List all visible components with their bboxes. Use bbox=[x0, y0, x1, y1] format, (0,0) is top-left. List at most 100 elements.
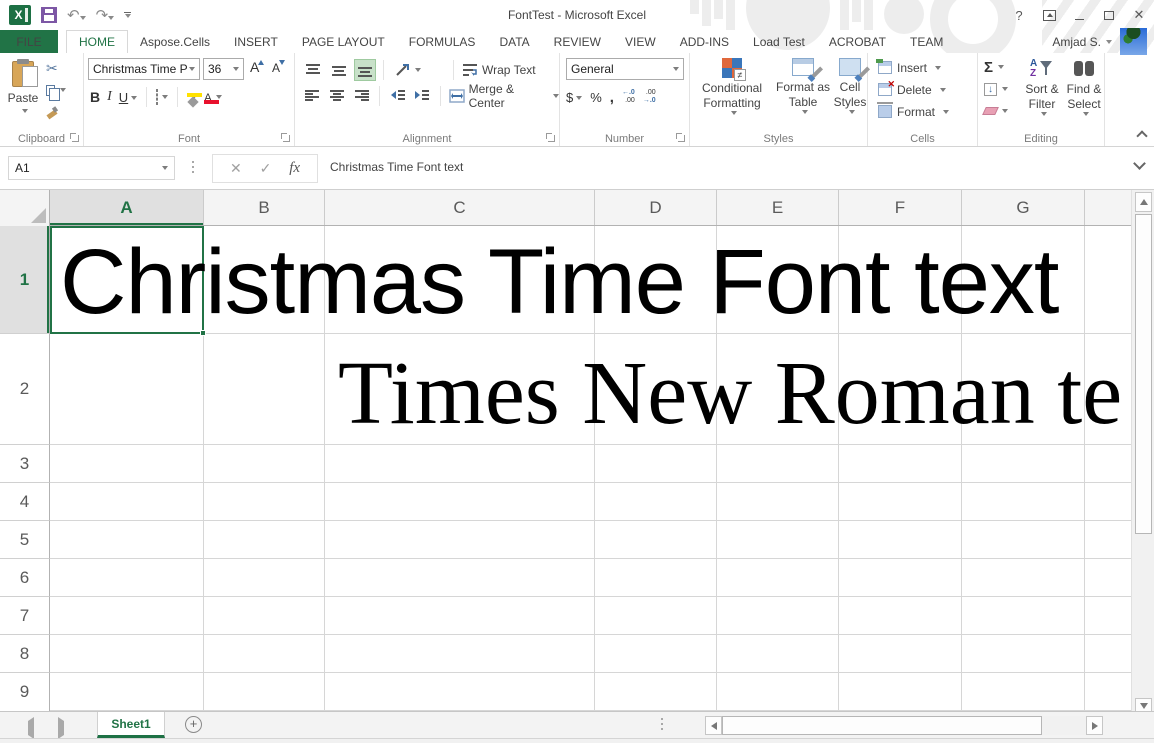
column-header-d[interactable]: D bbox=[595, 190, 717, 225]
row-header-1[interactable]: 1 bbox=[0, 226, 50, 334]
underline-button[interactable]: U bbox=[119, 90, 137, 105]
fill-button[interactable]: ↓ bbox=[984, 80, 1008, 98]
next-sheet-button[interactable] bbox=[58, 721, 64, 735]
undo-button[interactable]: ↶ bbox=[67, 8, 86, 23]
tab-load-test[interactable]: Load Test bbox=[741, 30, 817, 53]
format-cells-button[interactable]: Format bbox=[878, 103, 949, 120]
help-button[interactable]: ? bbox=[1004, 1, 1034, 29]
copy-button[interactable] bbox=[46, 82, 66, 98]
column-header-g[interactable]: G bbox=[962, 190, 1085, 225]
minimize-button[interactable] bbox=[1064, 1, 1094, 29]
row-header-8[interactable]: 8 bbox=[0, 635, 50, 673]
align-bottom-button[interactable] bbox=[355, 60, 375, 80]
delete-cells-button[interactable]: Delete bbox=[878, 81, 949, 98]
bold-button[interactable]: B bbox=[90, 89, 100, 105]
tab-scroll-splitter[interactable] bbox=[661, 718, 663, 733]
align-middle-button[interactable] bbox=[329, 60, 349, 80]
increase-indent-button[interactable] bbox=[413, 86, 432, 106]
row-header-5[interactable]: 5 bbox=[0, 521, 50, 559]
new-sheet-button[interactable]: + bbox=[185, 716, 202, 733]
comma-style-button[interactable]: , bbox=[610, 89, 614, 106]
tab-view[interactable]: VIEW bbox=[613, 30, 668, 53]
tab-formulas[interactable]: FORMULAS bbox=[397, 30, 488, 53]
autosum-button[interactable]: Σ bbox=[984, 58, 1008, 76]
vertical-scrollbar[interactable] bbox=[1131, 190, 1154, 715]
increase-decimal-button[interactable]: ←.0.00 bbox=[622, 89, 635, 106]
paste-button[interactable]: Paste bbox=[4, 57, 42, 129]
decrease-decimal-button[interactable]: .00→.0 bbox=[643, 89, 656, 106]
redo-button[interactable]: ↷ bbox=[96, 8, 115, 23]
cancel-icon[interactable]: ✕ bbox=[230, 160, 242, 177]
tab-aspose-cells[interactable]: Aspose.Cells bbox=[128, 30, 222, 53]
row-header-7[interactable]: 7 bbox=[0, 597, 50, 635]
row-header-4[interactable]: 4 bbox=[0, 483, 50, 521]
column-header-b[interactable]: B bbox=[204, 190, 325, 225]
tab-insert[interactable]: INSERT bbox=[222, 30, 290, 53]
save-button[interactable] bbox=[41, 7, 57, 23]
horizontal-scrollbar[interactable] bbox=[705, 716, 1103, 735]
scroll-up-button[interactable] bbox=[1135, 192, 1152, 212]
borders-button[interactable] bbox=[156, 90, 158, 104]
row-header-9[interactable]: 9 bbox=[0, 673, 50, 711]
tab-acrobat[interactable]: ACROBAT bbox=[817, 30, 898, 53]
qat-customize-button[interactable] bbox=[124, 12, 131, 18]
align-top-button[interactable] bbox=[303, 60, 323, 80]
tab-review[interactable]: REVIEW bbox=[542, 30, 613, 53]
clear-button[interactable] bbox=[984, 102, 1008, 120]
tab-file[interactable]: FILE bbox=[0, 30, 58, 53]
align-right-button[interactable] bbox=[353, 86, 372, 106]
user-account-menu[interactable]: Amjad S. bbox=[1052, 30, 1112, 53]
vertical-scroll-thumb[interactable] bbox=[1135, 214, 1152, 534]
decrease-font-size-button[interactable]: A bbox=[272, 61, 286, 75]
number-dialog-launcher[interactable] bbox=[676, 133, 686, 143]
column-header-c[interactable]: C bbox=[325, 190, 595, 225]
cut-button[interactable]: ✂ bbox=[46, 60, 66, 76]
name-box-resizer[interactable] bbox=[192, 161, 194, 176]
find-select-button[interactable]: Find & Select bbox=[1064, 58, 1104, 116]
user-avatar[interactable] bbox=[1120, 28, 1147, 55]
font-dialog-launcher[interactable] bbox=[281, 133, 291, 143]
enter-icon[interactable]: ✓ bbox=[260, 160, 272, 177]
conditional-formatting-button[interactable]: ≠ Conditional Formatting bbox=[696, 58, 768, 115]
italic-button[interactable]: I bbox=[107, 89, 112, 105]
cell-styles-button[interactable]: Cell Styles bbox=[832, 58, 868, 114]
previous-sheet-button[interactable] bbox=[28, 721, 34, 735]
maximize-button[interactable] bbox=[1094, 1, 1124, 29]
close-button[interactable]: ✕ bbox=[1124, 1, 1154, 29]
row-header-3[interactable]: 3 bbox=[0, 445, 50, 483]
ribbon-display-options-button[interactable] bbox=[1034, 1, 1064, 29]
tab-page-layout[interactable]: PAGE LAYOUT bbox=[290, 30, 397, 53]
font-name-combobox[interactable]: Christmas Time P bbox=[88, 58, 200, 80]
column-header-e[interactable]: E bbox=[717, 190, 839, 225]
number-format-combobox[interactable]: General bbox=[566, 58, 684, 80]
alignment-dialog-launcher[interactable] bbox=[546, 133, 556, 143]
scroll-left-button[interactable] bbox=[705, 716, 722, 735]
expand-formula-bar-icon[interactable] bbox=[1133, 157, 1146, 170]
align-left-button[interactable] bbox=[303, 86, 322, 106]
row-header-6[interactable]: 6 bbox=[0, 559, 50, 597]
tab-add-ins[interactable]: ADD-INS bbox=[668, 30, 741, 53]
column-header-partial[interactable] bbox=[1085, 190, 1131, 225]
tab-data[interactable]: DATA bbox=[487, 30, 541, 53]
increase-font-size-button[interactable]: A bbox=[250, 59, 265, 75]
orientation-button[interactable] bbox=[392, 60, 412, 80]
collapse-ribbon-button[interactable] bbox=[1136, 130, 1147, 141]
column-header-a[interactable]: A bbox=[50, 190, 204, 225]
font-color-button[interactable]: A bbox=[204, 90, 211, 104]
cells-area[interactable]: Christmas Time Font text Times New Roman… bbox=[50, 226, 1131, 711]
horizontal-scroll-track[interactable] bbox=[1042, 716, 1086, 735]
align-center-button[interactable] bbox=[328, 86, 347, 106]
insert-cells-button[interactable]: Insert bbox=[878, 59, 949, 76]
name-box[interactable]: A1 bbox=[8, 156, 175, 180]
format-as-table-button[interactable]: Format as Table bbox=[772, 58, 834, 114]
format-painter-button[interactable] bbox=[46, 104, 66, 120]
row-header-2[interactable]: 2 bbox=[0, 334, 50, 445]
tab-team[interactable]: TEAM bbox=[898, 30, 955, 53]
merge-center-button[interactable]: Merge & Center bbox=[449, 82, 559, 110]
select-all-corner[interactable] bbox=[0, 190, 50, 226]
sort-filter-button[interactable]: A Z Sort & Filter bbox=[1022, 58, 1062, 116]
accounting-format-button[interactable]: $ bbox=[566, 90, 582, 105]
scroll-right-button[interactable] bbox=[1086, 716, 1103, 735]
percent-style-button[interactable]: % bbox=[590, 90, 602, 105]
sheet-tab-sheet1[interactable]: Sheet1 bbox=[97, 712, 165, 738]
